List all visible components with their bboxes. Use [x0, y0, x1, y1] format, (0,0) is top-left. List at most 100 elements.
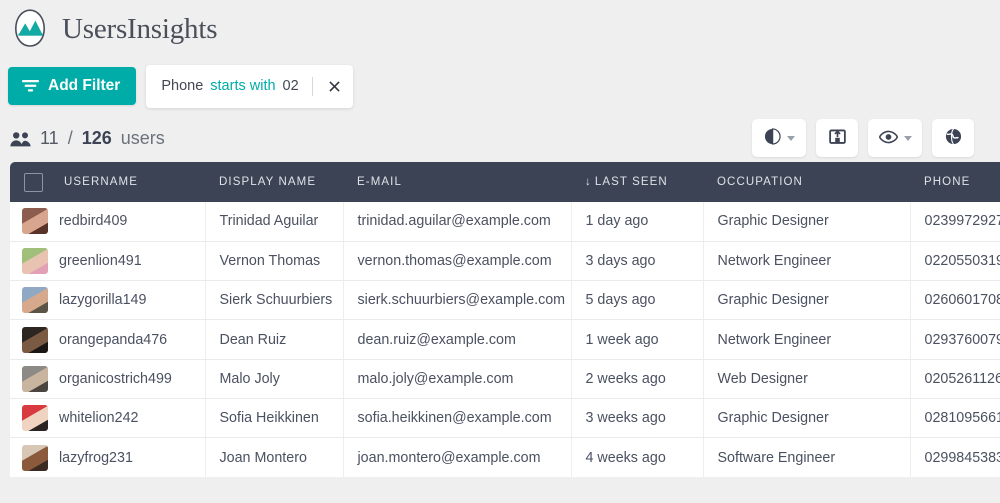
table-row[interactable]: orangepanda476 Dean Ruiz dean.ruiz@example… — [10, 319, 1000, 360]
cell-display-name: Sofia Heikkinen — [205, 398, 344, 439]
table-row[interactable]: greenlion491 Vernon Thomas vernon.thomas@e… — [10, 241, 1000, 282]
summary-bar: 11 / 126 users — [0, 114, 1000, 162]
table-tools — [752, 119, 974, 157]
table-row[interactable]: redbird409 Trinidad Aguilar trinidad.aguil… — [10, 202, 1000, 242]
username-link[interactable]: orangepanda476 — [59, 332, 167, 348]
users-icon — [10, 131, 31, 146]
cell-last-seen: 4 weeks ago — [571, 437, 704, 478]
column-label: DISPLAY NAME — [219, 176, 317, 188]
cell-occupation: Network Engineer — [703, 241, 911, 282]
cell-email: vernon.thomas@example.com — [343, 241, 572, 282]
cell-username[interactable]: lazyfrog231 — [10, 437, 206, 478]
funnel-icon — [22, 79, 39, 93]
count-unit: users — [120, 127, 165, 148]
cell-occupation: Web Designer — [703, 359, 911, 399]
mountain-logo-icon — [8, 7, 52, 51]
filter-bar: Add Filter Phone starts with 02 — [0, 58, 1000, 114]
table-header-row: USERNAME DISPLAY NAME E-MAIL ↓ LAST SEEN … — [10, 162, 1000, 202]
cell-last-seen: 5 days ago — [571, 280, 704, 321]
count-separator: / — [67, 127, 73, 148]
column-label: E-MAIL — [357, 176, 402, 188]
eye-icon — [878, 130, 898, 147]
add-filter-label: Add Filter — [48, 77, 121, 94]
cell-phone: 0220550319 — [910, 241, 1000, 282]
cell-username[interactable]: organicostrich499 — [10, 359, 206, 399]
username-link[interactable]: redbird409 — [59, 213, 127, 229]
cell-phone: 0281095661 — [910, 398, 1000, 439]
cell-display-name: Vernon Thomas — [205, 241, 344, 282]
filter-chip-phone[interactable]: Phone starts with 02 — [146, 64, 353, 108]
cell-display-name: Dean Ruiz — [205, 319, 344, 360]
column-label: PHONE — [924, 176, 971, 188]
export-button[interactable] — [816, 119, 858, 157]
avatar — [22, 326, 48, 353]
cell-username[interactable]: whitelion242 — [10, 398, 206, 439]
geolocation-button[interactable] — [932, 119, 974, 157]
filter-chip-value: 02 — [282, 78, 299, 94]
cell-username[interactable]: greenlion491 — [10, 241, 206, 282]
count-shown: 11 — [40, 127, 59, 148]
column-header-email[interactable]: E-MAIL — [343, 162, 571, 202]
avatar — [22, 247, 48, 274]
charts-button[interactable] — [752, 119, 806, 157]
avatar — [22, 405, 48, 432]
table-row[interactable]: organicostrich499 Malo Joly malo.joly@exam… — [10, 359, 1000, 399]
cell-occupation: Graphic Designer — [703, 202, 911, 242]
cell-email: sofia.heikkinen@example.com — [343, 398, 572, 439]
username-link[interactable]: lazygorilla149 — [59, 292, 146, 308]
cell-email: trinidad.aguilar@example.com — [343, 202, 572, 242]
cell-display-name: Sierk Schuurbiers — [205, 280, 344, 321]
select-all-checkbox[interactable] — [24, 172, 43, 192]
cell-last-seen: 1 day ago — [571, 202, 704, 242]
column-label: LAST SEEN — [594, 176, 668, 188]
cell-phone: 0260601708 — [910, 280, 1000, 321]
cell-username[interactable]: orangepanda476 — [10, 319, 206, 360]
cell-display-name: Malo Joly — [205, 359, 344, 399]
cell-email: dean.ruiz@example.com — [343, 319, 572, 360]
cell-phone: 0299845383 — [910, 437, 1000, 478]
cell-username[interactable]: lazygorilla149 — [10, 280, 206, 321]
filter-chip-field: Phone — [161, 78, 204, 94]
cell-email: joan.montero@example.com — [343, 437, 572, 478]
cell-occupation: Software Engineer — [703, 437, 911, 478]
avatar — [22, 365, 48, 392]
cell-last-seen: 1 week ago — [571, 319, 704, 360]
chevron-down-icon — [786, 135, 795, 141]
avatar — [22, 287, 48, 314]
add-filter-button[interactable]: Add Filter — [8, 67, 137, 105]
cell-occupation: Network Engineer — [703, 319, 911, 360]
column-label: USERNAME — [64, 176, 138, 188]
cell-email: sierk.schuurbiers@example.com — [343, 280, 572, 321]
cell-username[interactable]: redbird409 — [10, 202, 206, 242]
cell-occupation: Graphic Designer — [703, 280, 911, 321]
chevron-down-icon — [903, 135, 912, 141]
filter-chip-operator: starts with — [210, 78, 276, 94]
column-header-username[interactable]: USERNAME — [10, 162, 205, 202]
column-label: OCCUPATION — [717, 176, 803, 188]
cell-last-seen: 3 weeks ago — [571, 398, 704, 439]
column-header-phone[interactable]: PHONE — [910, 162, 1000, 202]
cell-display-name: Trinidad Aguilar — [205, 202, 344, 242]
cell-phone: 0293760079 — [910, 319, 1000, 360]
close-icon[interactable] — [323, 74, 347, 98]
table-row[interactable]: whitelion242 Sofia Heikkinen sofia.heikkin… — [10, 398, 1000, 439]
column-header-occupation[interactable]: OCCUPATION — [703, 162, 910, 202]
column-header-display-name[interactable]: DISPLAY NAME — [205, 162, 343, 202]
column-header-last-seen[interactable]: ↓ LAST SEEN — [571, 162, 703, 202]
users-table-container: USERNAME DISPLAY NAME E-MAIL ↓ LAST SEEN … — [10, 162, 1000, 478]
table-row[interactable]: lazygorilla149 Sierk Schuurbiers sierk.sch… — [10, 280, 1000, 321]
username-link[interactable]: whitelion242 — [59, 410, 139, 426]
username-link[interactable]: greenlion491 — [59, 253, 142, 269]
cell-email: malo.joly@example.com — [343, 359, 572, 399]
visibility-button[interactable] — [868, 119, 922, 157]
user-count: 11 / 126 users — [10, 128, 165, 149]
globe-icon — [945, 128, 962, 148]
cell-last-seen: 2 weeks ago — [571, 359, 704, 399]
export-box-icon — [828, 128, 846, 148]
cell-display-name: Joan Montero — [205, 437, 344, 478]
sort-descending-icon: ↓ — [585, 176, 592, 188]
table-row[interactable]: lazyfrog231 Joan Montero joan.montero@exam… — [10, 437, 1000, 478]
count-total: 126 — [81, 127, 112, 148]
username-link[interactable]: lazyfrog231 — [59, 450, 133, 466]
username-link[interactable]: organicostrich499 — [59, 371, 172, 387]
